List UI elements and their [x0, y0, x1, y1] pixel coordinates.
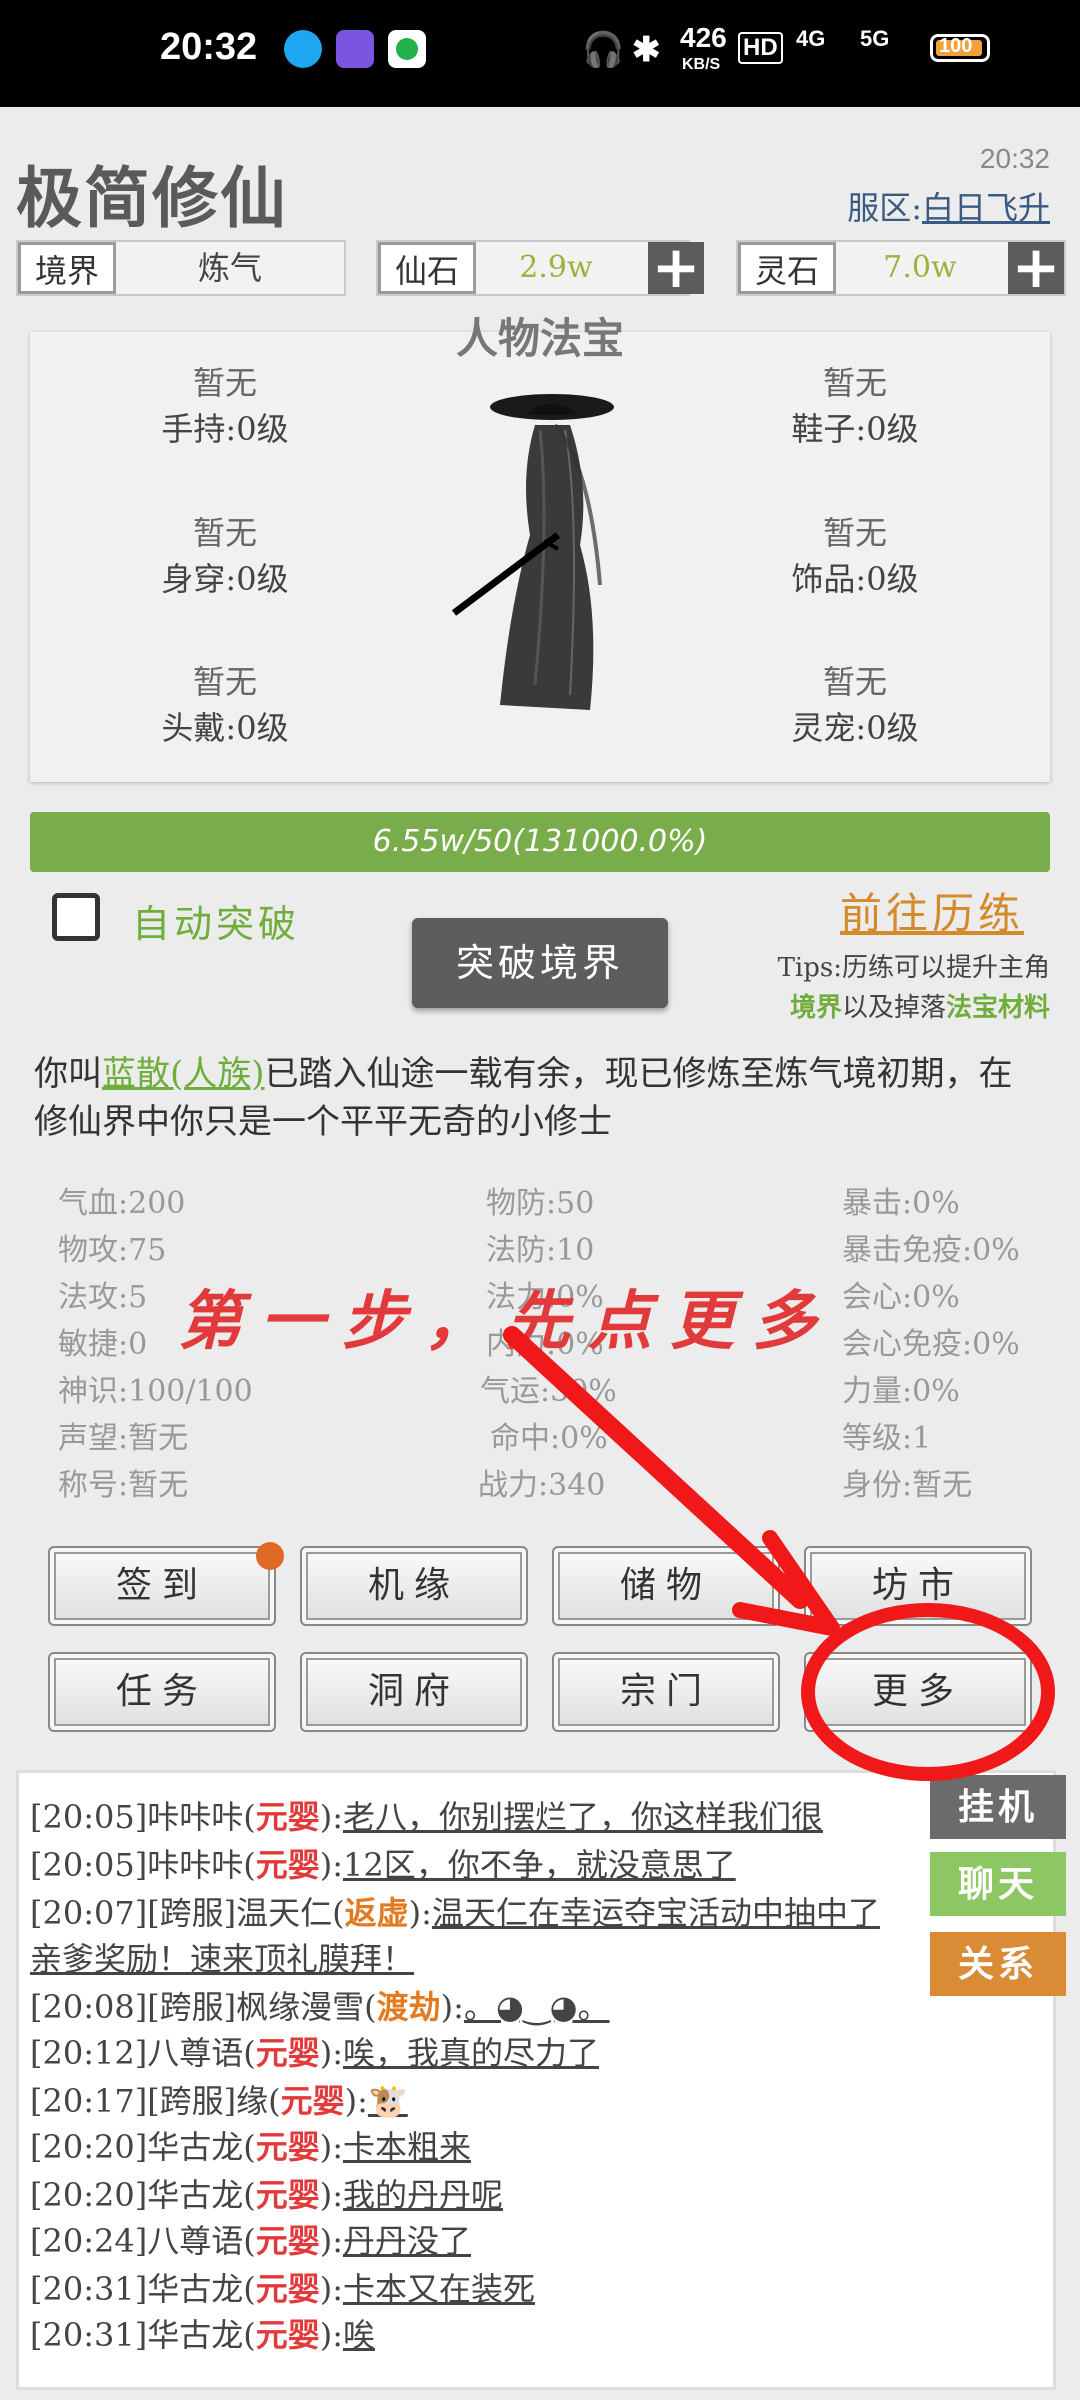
tutorial-arrow — [503, 1326, 1055, 1781]
